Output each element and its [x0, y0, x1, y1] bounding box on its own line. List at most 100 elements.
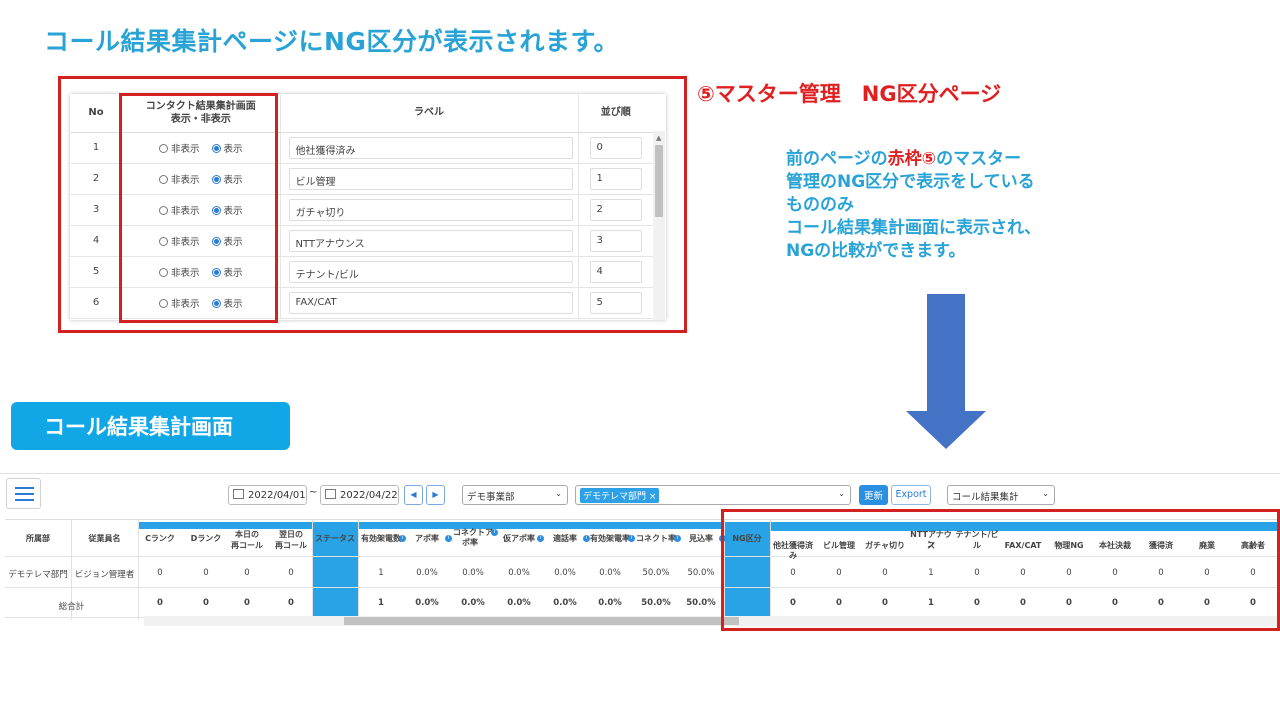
label-input[interactable]: 他社獲得済み [288, 136, 573, 159]
calendar-icon [233, 489, 244, 499]
report-type-select[interactable]: コール結果集計 ⌄ [947, 485, 1055, 505]
label-input[interactable]: ビル管理 [288, 167, 573, 190]
label-cell: ガチャ切り [280, 194, 579, 226]
calendar-icon [325, 489, 336, 499]
order-cell: 5 [578, 287, 653, 319]
metric-col-header: 有効架電数 [361, 534, 401, 543]
label-cell: FAX/CAT [280, 287, 579, 319]
metric-col-header: コネクトア [453, 528, 493, 537]
office-select[interactable]: デモ事業部 ⌄ [462, 485, 568, 505]
tag-close-icon[interactable]: × [649, 492, 657, 502]
date-to-input[interactable]: 2022/04/22 [320, 485, 399, 505]
total-metric-value: 50.0% [641, 598, 671, 608]
label-input[interactable]: FAX/CAT [288, 291, 573, 314]
department-multiselect[interactable]: デモテレマ部門 × ⌄ [575, 485, 851, 505]
total-metric-value: 50.0% [686, 598, 716, 608]
date-separator: ~ [309, 487, 318, 498]
scroll-thumb[interactable] [655, 145, 663, 217]
order-cell: 0 [578, 132, 653, 164]
order-input[interactable]: 4 [589, 260, 642, 283]
hamburger-menu-button[interactable] [6, 478, 41, 509]
order-cell: 4 [578, 256, 653, 288]
metric-col-header: コネクト率 [636, 534, 676, 543]
status-col-header: ステータス [315, 534, 355, 543]
chevron-down-icon: ⌄ [1042, 489, 1049, 498]
row-metric-value: 50.0% [687, 568, 715, 578]
display-column-highlight-frame [119, 93, 278, 323]
label-cell: 他社獲得済み [280, 132, 579, 164]
metric-col-header-line2: ポ率 [462, 538, 478, 547]
metric-col-header: 見込率 [689, 534, 713, 543]
row-rank-value: 0 [203, 568, 209, 578]
date-from-input[interactable]: 2022/04/01 [228, 485, 307, 505]
chevron-down-icon: ⌄ [838, 489, 845, 498]
row-staff: ビジョン管理者 [74, 570, 135, 580]
header-color-strip [138, 522, 725, 529]
col-order: 並び順 [578, 94, 653, 133]
row-metric-value: 0.0% [416, 568, 438, 578]
report-type-value: コール結果集計 [952, 492, 1019, 503]
ng-columns-highlight-frame [721, 509, 1280, 631]
total-metric-value: 0.0% [461, 598, 485, 608]
row-metric-value: 0.0% [508, 568, 530, 578]
order-cell: 2 [578, 194, 653, 226]
order-input[interactable]: 0 [589, 136, 642, 159]
row-no: 6 [70, 287, 122, 319]
row-metric-value: 0.0% [554, 568, 576, 578]
col-no: No [70, 94, 122, 133]
row-rank-value: 0 [157, 568, 163, 578]
total-rank-value: 0 [244, 598, 250, 608]
total-metric-value: 0.0% [553, 598, 577, 608]
metric-col-header: 有効架電率 [590, 534, 630, 543]
menu-icon-bar [15, 499, 34, 501]
label-input[interactable]: NTTアナウンス [288, 229, 573, 252]
row-metric-value: 0.0% [462, 568, 484, 578]
label-cell: NTTアナウンス [280, 225, 579, 257]
row-rank-value: 0 [244, 568, 250, 578]
explanation-note: 前のページの赤枠⑤のマスター 管理のNG区分で表示をしている もののみ コール結… [786, 148, 1041, 263]
row-rank-value: 0 [288, 568, 294, 578]
rank-col-header-line2: 再コール [231, 541, 263, 550]
total-rank-value: 0 [288, 598, 294, 608]
col-label: ラベル [280, 94, 579, 133]
master-vertical-scrollbar[interactable]: ▲ [653, 131, 665, 320]
rank-col-header: Cランク [145, 534, 175, 543]
note-line3: もののみ [786, 195, 854, 215]
label-input[interactable]: テナント/ビル [288, 260, 573, 283]
row-dept: デモテレマ部門 [8, 570, 68, 580]
total-rank-value: 0 [157, 598, 163, 608]
scroll-thumb[interactable] [344, 617, 739, 625]
department-tag-label: デモテレマ部門 [583, 492, 647, 502]
update-button[interactable]: 更新 [859, 485, 888, 505]
down-arrow-icon [906, 411, 986, 449]
order-cell: 1 [578, 163, 653, 195]
export-button[interactable]: Export [891, 485, 931, 505]
note-line1-post: のマスター [936, 149, 1022, 169]
page-heading: コール結果集計ページにNG区分が表示されます。 [44, 27, 619, 56]
note-line2: 管理のNG区分で表示をしている [786, 172, 1035, 192]
order-input[interactable]: 5 [589, 291, 642, 314]
order-input[interactable]: 1 [589, 167, 642, 190]
label-input[interactable]: ガチャ切り [288, 198, 573, 221]
scroll-up-icon[interactable]: ▲ [656, 134, 661, 142]
label-cell: テナント/ビル [280, 256, 579, 288]
department-tag: デモテレマ部門 × [580, 488, 660, 503]
order-input[interactable]: 2 [589, 198, 642, 221]
note-line1-pre: 前のページの [786, 149, 888, 169]
next-period-button[interactable]: ▶ [426, 485, 445, 505]
col-dept-header: 所属部 [26, 534, 50, 543]
metric-col-header: 仮アポ率 [503, 534, 535, 543]
rank-col-header: 本日の [235, 530, 259, 539]
total-label: 総合計 [58, 602, 85, 612]
prev-period-button[interactable]: ◀ [404, 485, 423, 505]
order-input[interactable]: 3 [589, 229, 642, 252]
total-metric-value: 0.0% [415, 598, 439, 608]
master-page-title: ⑤マスター管理 NG区分ページ [697, 82, 1002, 106]
note-line4: コール結果集計画面に表示され、 [786, 218, 1042, 238]
label-cell: ビル管理 [280, 163, 579, 195]
row-no: 1 [70, 132, 122, 164]
total-rank-value: 0 [203, 598, 209, 608]
office-select-value: デモ事業部 [467, 492, 515, 503]
menu-icon-bar [15, 487, 34, 489]
total-metric-value: 0.0% [507, 598, 531, 608]
